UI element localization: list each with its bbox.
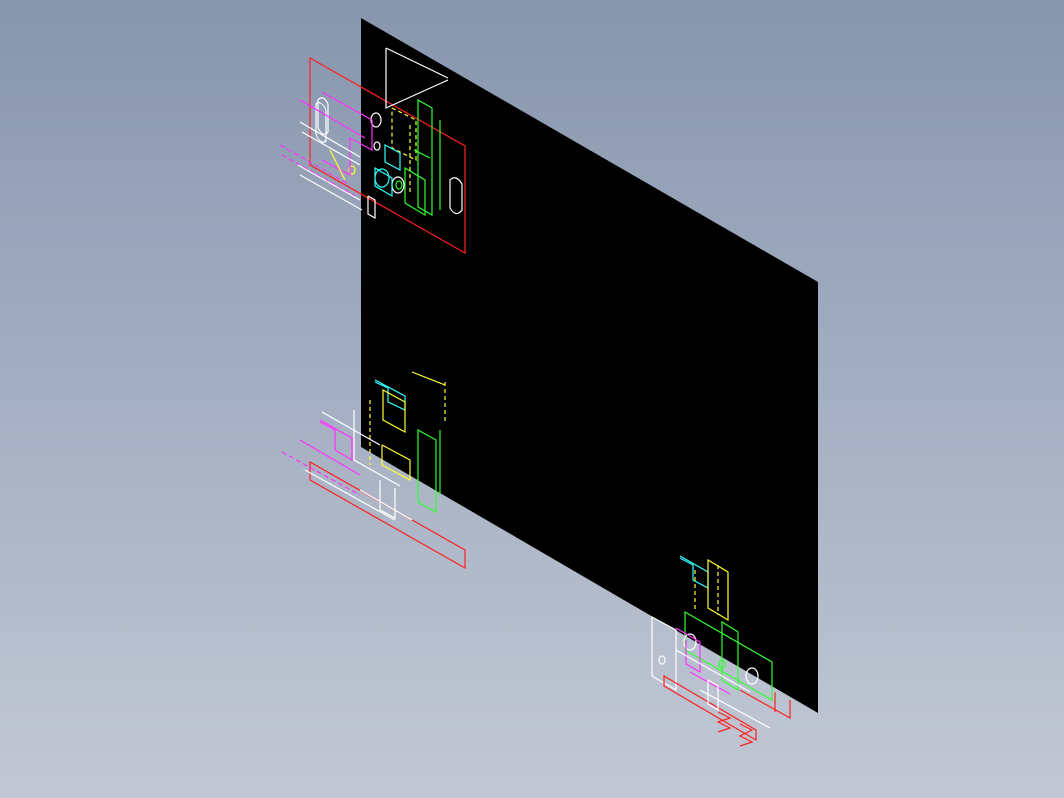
cad-drawing-canvas[interactable]: [0, 0, 1064, 798]
cad-3d-viewport[interactable]: [0, 0, 1064, 798]
